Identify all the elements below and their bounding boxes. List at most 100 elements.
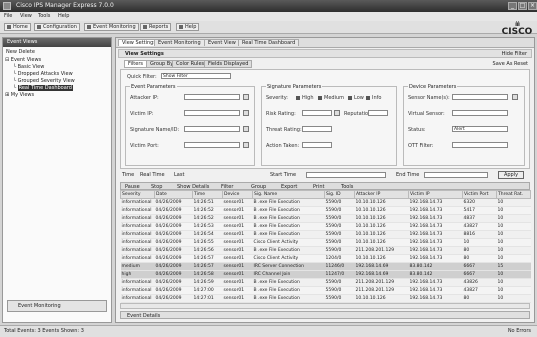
table-row[interactable]: informational 04/26/2009 14:26:51 sensor01 B… bbox=[120, 198, 531, 207]
victim-ip-picker-button[interactable] bbox=[243, 110, 249, 116]
table-row[interactable]: informational 04/26/2009 14:26:55 sensor01 C… bbox=[120, 238, 531, 247]
tree-item-real-time-dashboard[interactable]: └ Real Time Dashboard bbox=[5, 85, 75, 92]
home-button[interactable]: Home bbox=[4, 23, 31, 31]
table-cell: 10 bbox=[462, 238, 497, 247]
victim-ip-input[interactable] bbox=[184, 110, 240, 116]
status-bar: Total Events: 3 Events Shown: 3 No Error… bbox=[0, 325, 537, 337]
severity-high-checkbox[interactable] bbox=[296, 96, 300, 100]
table-row[interactable]: informational 04/26/2009 14:26:59 sensor01 B… bbox=[120, 278, 531, 287]
table-row[interactable]: informational 04/26/2009 14:26:53 sensor01 B… bbox=[120, 222, 531, 231]
table-row[interactable]: informational 04/26/2009 14:26:54 sensor01 B… bbox=[120, 230, 531, 239]
tree-item-event-views[interactable]: ⊟ Event Views bbox=[5, 57, 75, 64]
table-cell: 192.168.14.73 bbox=[408, 294, 463, 303]
column-header[interactable]: Attacker IP bbox=[354, 190, 409, 199]
start-time-radio[interactable]: Start Time bbox=[270, 172, 296, 178]
reports-button[interactable]: Reports bbox=[140, 23, 172, 31]
column-header[interactable]: Device bbox=[222, 190, 253, 199]
help-button[interactable]: Help bbox=[176, 23, 200, 31]
table-row[interactable]: informational 04/26/2009 14:26:52 sensor01 B… bbox=[120, 206, 531, 215]
hide-filter-link[interactable]: Hide Filter bbox=[502, 51, 527, 57]
sensor-picker-button[interactable] bbox=[512, 94, 518, 100]
table-cell: B .exe File Execution bbox=[252, 206, 325, 215]
signature-name-input[interactable] bbox=[184, 126, 240, 132]
event-parameters-title: Event Parameters bbox=[130, 84, 177, 90]
table-cell: 14:26:57 bbox=[192, 262, 223, 271]
table-cell: 5590/0 bbox=[324, 238, 355, 247]
quick-filter-select[interactable]: Show Filter bbox=[161, 73, 231, 79]
table-row[interactable]: informational 04/26/2009 14:26:57 sensor01 C… bbox=[120, 254, 531, 263]
tab-color-rules[interactable]: Color Rules bbox=[172, 60, 209, 68]
column-header[interactable]: Victim Port bbox=[462, 190, 497, 199]
action-taken-input[interactable] bbox=[302, 142, 332, 148]
reputation-input[interactable] bbox=[368, 110, 388, 116]
horizontal-scrollbar[interactable] bbox=[120, 303, 530, 309]
threat-rating-input[interactable] bbox=[302, 126, 332, 132]
table-row[interactable]: medium 04/26/2009 14:26:57 sensor01 IRC Serv… bbox=[120, 262, 531, 271]
tab-event-view[interactable]: Event View bbox=[204, 39, 240, 46]
table-cell: 10 bbox=[496, 294, 531, 303]
table-cell: 192.168.14.73 bbox=[408, 278, 463, 287]
tab-filters[interactable]: Filters bbox=[124, 60, 147, 68]
tree-item-grouped-severity[interactable]: └ Grouped Severity View bbox=[5, 78, 75, 85]
menu-file[interactable]: File bbox=[4, 13, 12, 19]
new-delete-toolbar[interactable]: New Delete bbox=[6, 49, 35, 55]
sensor-name-label: Sensor Name(s): bbox=[408, 95, 450, 101]
column-header[interactable]: Date bbox=[154, 190, 193, 199]
table-row[interactable]: high 04/26/2009 14:26:58 sensor01 IRC Channe… bbox=[120, 270, 531, 279]
severity-label: Severity: bbox=[266, 95, 288, 101]
column-header[interactable]: Severity bbox=[120, 190, 155, 199]
column-header[interactable]: Time bbox=[192, 190, 223, 199]
end-time-input[interactable] bbox=[424, 172, 488, 178]
table-cell: 14:27:01 bbox=[192, 294, 223, 303]
tab-fields-displayed[interactable]: Fields Displayed bbox=[204, 60, 253, 68]
minimize-button[interactable]: _ bbox=[508, 2, 517, 10]
real-time-radio[interactable]: Real Time bbox=[140, 172, 165, 178]
save-as-reset-buttons[interactable]: Save As Reset bbox=[493, 61, 528, 67]
tree-item-basic-view[interactable]: └ Basic View bbox=[5, 64, 75, 71]
configuration-button[interactable]: Configuration bbox=[34, 23, 80, 31]
maximize-button[interactable]: □ bbox=[518, 2, 527, 10]
table-cell: Cisco Client Activity bbox=[252, 254, 325, 263]
event-monitoring-nav-button[interactable]: Event Monitoring bbox=[7, 300, 107, 312]
severity-info-checkbox[interactable] bbox=[366, 96, 370, 100]
tab-real-time-dashboard[interactable]: Real Time Dashboard bbox=[238, 39, 300, 46]
tree-item-dropped-attacks[interactable]: └ Dropped Attacks View bbox=[5, 71, 75, 78]
severity-medium-checkbox[interactable] bbox=[318, 96, 322, 100]
table-cell: 04/26/2009 bbox=[154, 198, 193, 207]
table-row[interactable]: informational 04/26/2009 14:26:56 sensor01 B… bbox=[120, 246, 531, 255]
table-row[interactable]: informational 04/26/2009 14:27:01 sensor01 B… bbox=[120, 294, 531, 303]
attacker-ip-picker-button[interactable] bbox=[243, 94, 249, 100]
tab-event-monitoring[interactable]: Event Monitoring bbox=[154, 39, 205, 46]
ott-filter-input[interactable] bbox=[452, 142, 508, 148]
table-cell: 10.10.10.126 bbox=[354, 222, 409, 231]
signature-picker-button[interactable] bbox=[243, 126, 249, 132]
signature-name-label: Signature Name/ID: bbox=[130, 127, 180, 133]
start-time-input[interactable] bbox=[306, 172, 386, 178]
column-header[interactable]: Sig. ID bbox=[324, 190, 355, 199]
victim-port-picker-button[interactable] bbox=[243, 142, 249, 148]
column-header[interactable]: Sig. Name bbox=[252, 190, 325, 199]
column-header[interactable]: Threat Rat. bbox=[496, 190, 531, 199]
menu-view[interactable]: View bbox=[20, 13, 32, 19]
table-row[interactable]: informational 04/26/2009 14:26:52 sensor01 B… bbox=[120, 214, 531, 223]
risk-rating-picker-button[interactable] bbox=[334, 110, 340, 116]
risk-rating-input[interactable] bbox=[302, 110, 332, 116]
tree-item-my-views[interactable]: ⊞ My Views bbox=[5, 92, 75, 99]
table-cell: 10.10.10.126 bbox=[354, 238, 409, 247]
apply-button[interactable]: Apply bbox=[498, 171, 524, 179]
attacker-ip-input[interactable] bbox=[184, 94, 240, 100]
last-radio[interactable]: Last bbox=[174, 172, 184, 178]
table-row[interactable]: informational 04/26/2009 14:27:00 sensor01 B… bbox=[120, 286, 531, 295]
sensor-name-input[interactable] bbox=[452, 94, 508, 100]
event-monitoring-button[interactable]: Event Monitoring bbox=[84, 23, 139, 31]
severity-low-checkbox[interactable] bbox=[348, 96, 352, 100]
event-details-bar[interactable]: Event Details bbox=[120, 311, 530, 319]
menu-help[interactable]: Help bbox=[58, 13, 69, 19]
action-taken-label: Action Taken: bbox=[266, 143, 300, 149]
close-button[interactable]: × bbox=[528, 2, 537, 10]
status-select[interactable]: Alert bbox=[452, 126, 508, 132]
column-header[interactable]: Victim IP bbox=[408, 190, 463, 199]
menu-tools[interactable]: Tools bbox=[38, 13, 50, 19]
victim-port-input[interactable] bbox=[184, 142, 240, 148]
virtual-sensor-input[interactable] bbox=[452, 110, 508, 116]
